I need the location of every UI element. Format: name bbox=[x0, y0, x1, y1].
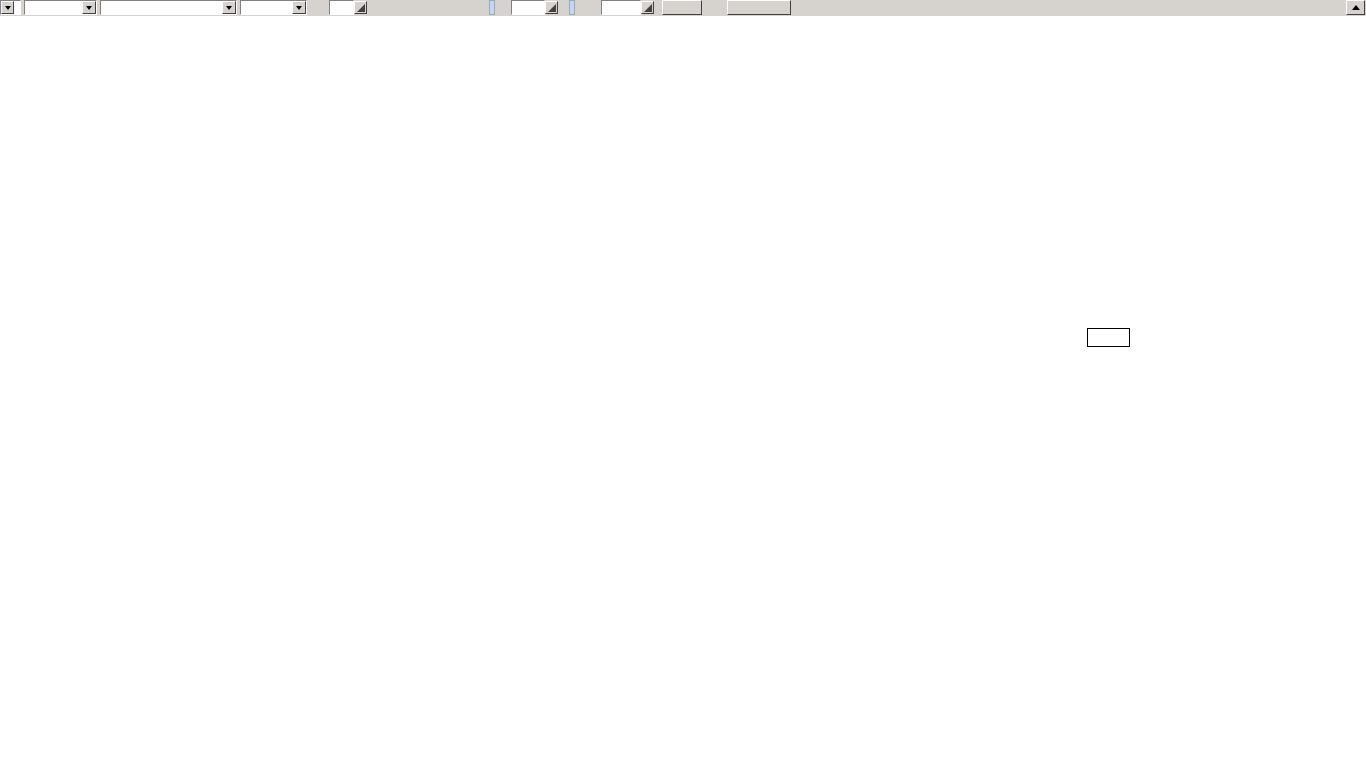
app-window bbox=[0, 0, 1366, 768]
chart-canvas[interactable] bbox=[0, 0, 1366, 768]
volume-multiplier-box bbox=[1087, 328, 1130, 347]
